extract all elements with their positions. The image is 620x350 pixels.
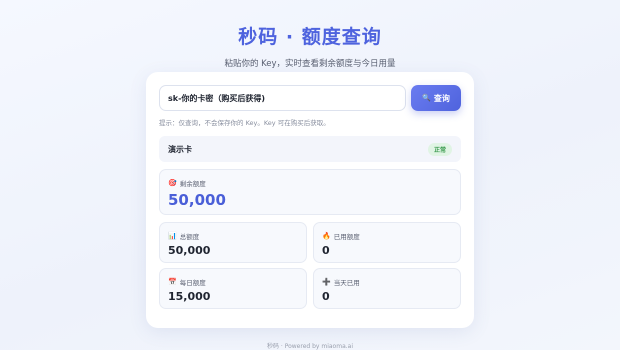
page-subtitle: 粘贴你的 Key，实时查看剩余额度与今日用量 [224, 59, 396, 69]
fire-icon: 🔥 [322, 231, 331, 240]
footer: 秒码 · Powered by miaoma.ai [266, 343, 354, 350]
card-status-bar: 演示卡 正常 [159, 136, 461, 162]
query-button[interactable]: 🔍 查询 [411, 85, 461, 111]
remaining-quota-panel: 🎯 剩余额度 50,000 [159, 169, 461, 215]
query-card: 🔍 查询 提示：仅查询，不会保存你的 Key。Key 可在购买后获取。 演示卡 … [146, 72, 474, 328]
remaining-quota-value: 50,000 [168, 191, 226, 209]
used-quota-value: 0 [322, 244, 330, 257]
key-input[interactable] [159, 85, 406, 111]
daily-quota-label: 每日额度 [179, 279, 206, 287]
search-row: 🔍 查询 [159, 85, 461, 111]
total-quota-label: 总额度 [179, 233, 200, 241]
plus-icon: ➕ [322, 277, 331, 286]
hint-text: 提示：仅查询，不会保存你的 Key。Key 可在购买后获取。 [159, 119, 330, 127]
page-title: 秒码 · 额度查询 [238, 26, 382, 48]
target-icon: 🎯 [168, 178, 177, 187]
today-used-label: 当天已用 [333, 279, 360, 287]
card-name: 演示卡 [168, 144, 192, 154]
today-used-panel: ➕ 当天已用 0 [313, 268, 461, 309]
magnifier-icon: 🔍 [422, 94, 431, 102]
daily-quota-panel: 📅 每日额度 15,000 [159, 268, 307, 309]
bar-chart-icon: 📊 [168, 231, 177, 240]
today-used-value: 0 [322, 290, 330, 303]
used-quota-label: 已用额度 [333, 233, 360, 241]
query-button-label: 查询 [433, 93, 450, 103]
total-quota-value: 50,000 [168, 244, 211, 257]
total-quota-panel: 📊 总额度 50,000 [159, 222, 307, 263]
remaining-quota-label: 剩余额度 [179, 180, 206, 188]
calendar-icon: 📅 [168, 277, 177, 286]
page-header: 秒码 · 额度查询 粘贴你的 Key，实时查看剩余额度与今日用量 [0, 22, 620, 69]
status-badge: 正常 [427, 142, 452, 156]
used-quota-panel: 🔥 已用额度 0 [313, 222, 461, 263]
daily-quota-value: 15,000 [168, 290, 211, 303]
